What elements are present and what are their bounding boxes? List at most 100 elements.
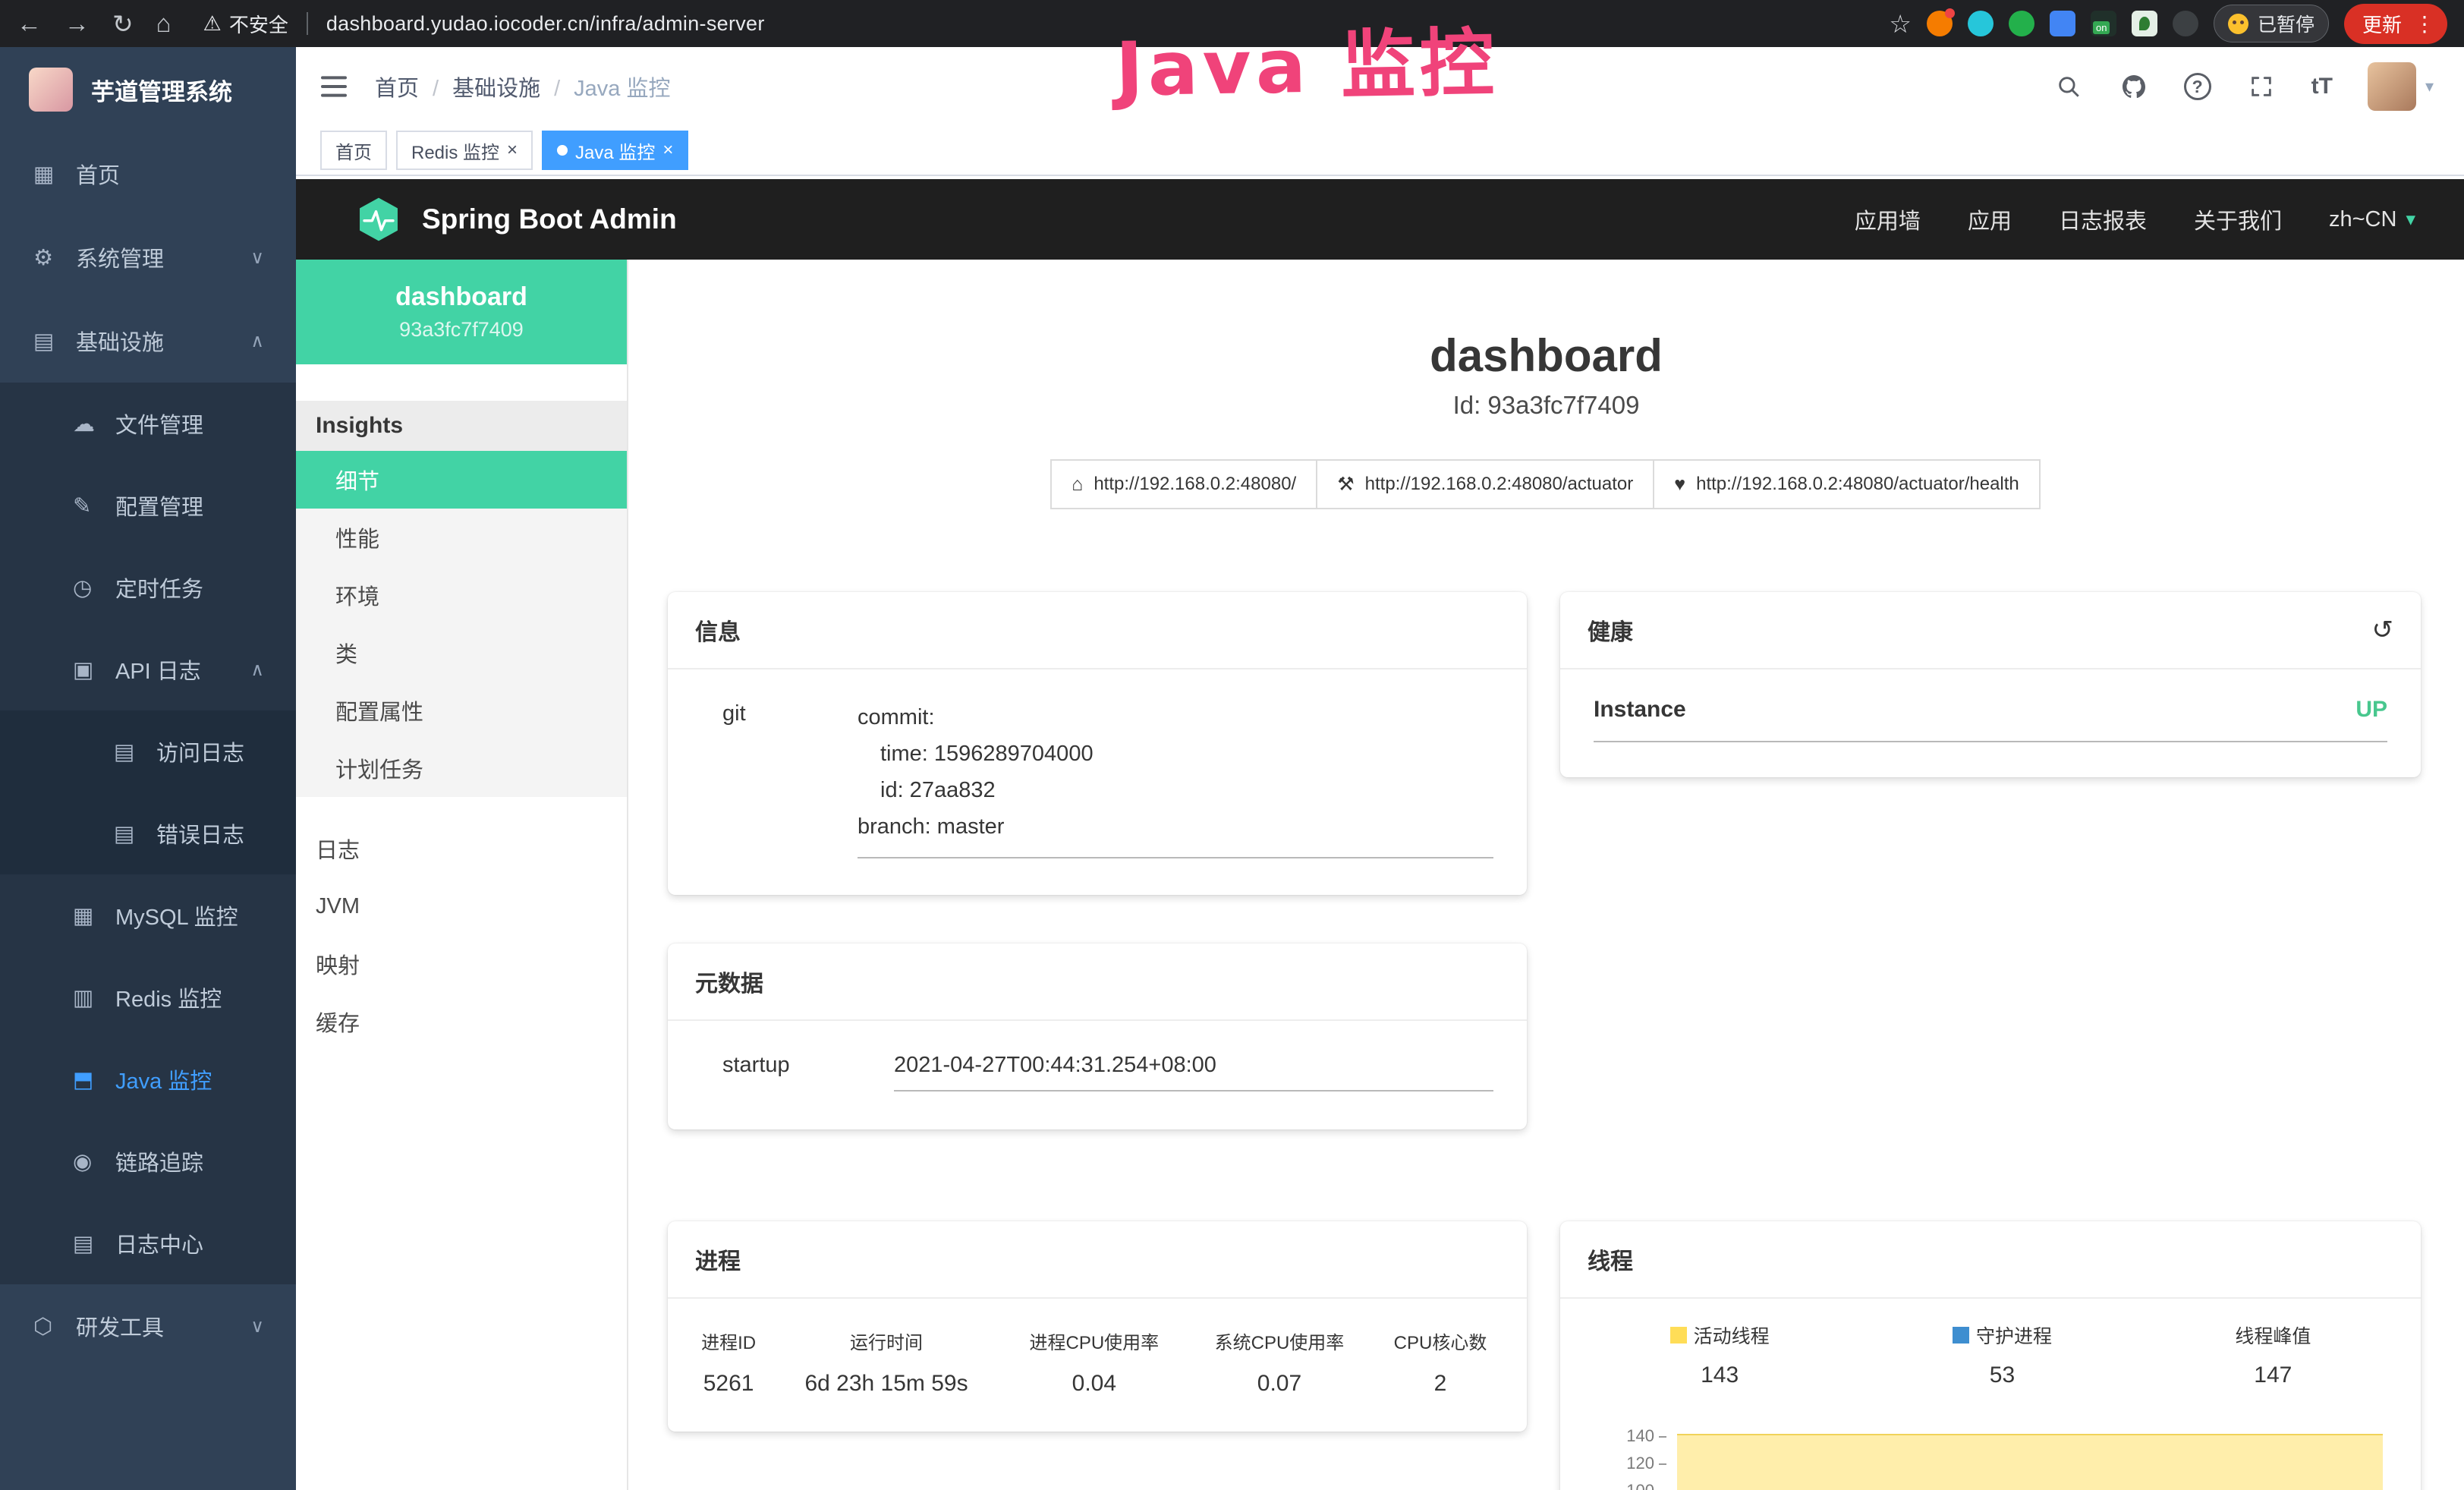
process-cell: 0.07	[1187, 1368, 1372, 1400]
browser-home-icon[interactable]: ⌂	[156, 9, 172, 38]
sidebar-item-tracing[interactable]: ◉ 链路追踪	[0, 1120, 296, 1202]
legend-value: 143	[1701, 1362, 1739, 1388]
extension-icon-5[interactable]	[2091, 11, 2116, 36]
sidebar-item-access-logs[interactable]: ▤ 访问日志	[0, 710, 296, 792]
bookmark-star-icon[interactable]: ☆	[1889, 9, 1912, 39]
extension-icon-2[interactable]	[1968, 11, 1994, 36]
tab-redis-monitor[interactable]: Redis 监控 ×	[396, 131, 533, 170]
history-icon[interactable]: ↺	[2372, 617, 2394, 643]
process-col-header: CPU核心数	[1372, 1321, 1509, 1368]
forward-icon[interactable]: →	[65, 9, 90, 38]
sidebar-item-error-logs[interactable]: ▤ 错误日志	[0, 792, 296, 874]
info-value: commit: time: 1596289704000 id: 27aa832 …	[858, 700, 1493, 858]
health-link[interactable]: ♥ http://192.168.0.2:48080/actuator/heal…	[1653, 459, 2041, 509]
close-icon[interactable]: ×	[507, 141, 518, 159]
sidebar-item-home[interactable]: ▦ 首页	[0, 132, 296, 216]
search-icon[interactable]	[2053, 71, 2084, 102]
security-label: 不安全	[229, 10, 288, 38]
y-axis-tick: 120	[1601, 1454, 1654, 1473]
caret-down-icon: ▾	[2406, 208, 2415, 231]
sba-menu-performance[interactable]: 性能	[296, 509, 627, 566]
font-size-icon[interactable]: tT	[2311, 74, 2333, 99]
hamburger-icon[interactable]	[319, 71, 349, 102]
tab-home[interactable]: 首页	[320, 131, 387, 170]
logo-image	[29, 68, 73, 112]
dashboard-icon: ▦	[33, 161, 68, 187]
sba-language-select[interactable]: zh~CN ▾	[2329, 207, 2415, 232]
instance-home-link[interactable]: ⌂ http://192.168.0.2:48080/	[1050, 459, 1317, 509]
update-button[interactable]: 更新 ⋮	[2344, 4, 2447, 44]
cloud-icon: ☁	[73, 411, 108, 437]
spring-boot-admin-logo	[355, 196, 402, 243]
breadcrumb-item[interactable]: 首页	[375, 71, 419, 102]
sba-menu-details[interactable]: 细节	[296, 451, 627, 509]
fullscreen-icon[interactable]	[2246, 71, 2277, 102]
sba-nav-about[interactable]: 关于我们	[2194, 203, 2282, 235]
sidebar-item-label: 链路追踪	[115, 1145, 203, 1177]
sba-menu-config-props[interactable]: 配置属性	[296, 682, 627, 739]
process-col-header: 系统CPU使用率	[1187, 1321, 1372, 1368]
tab-label: 首页	[335, 137, 372, 164]
sidebar-item-file-mgmt[interactable]: ☁ 文件管理	[0, 383, 296, 465]
breadcrumb: 首页 基础设施 Java 监控	[375, 71, 670, 102]
link-url: http://192.168.0.2:48080/	[1094, 474, 1296, 495]
sba-menu-environment[interactable]: 环境	[296, 566, 627, 624]
sidebar-item-log-center[interactable]: ▤ 日志中心	[0, 1202, 296, 1284]
sidebar-item-api-logs[interactable]: ▣ API 日志 ∧	[0, 628, 296, 710]
sidebar-item-scheduled-jobs[interactable]: ◷ 定时任务	[0, 547, 296, 628]
sba-menu-logs[interactable]: 日志	[296, 820, 627, 877]
extension-icon-1[interactable]	[1927, 11, 1953, 36]
tab-java-monitor[interactable]: Java 监控 ×	[542, 131, 688, 170]
sba-menu-caches[interactable]: 缓存	[296, 993, 627, 1051]
eye-icon: ◉	[73, 1148, 108, 1175]
card-title: 信息	[695, 613, 741, 647]
github-icon[interactable]	[2119, 71, 2149, 102]
sidebar-item-mysql-monitor[interactable]: ▦ MySQL 监控	[0, 874, 296, 956]
sba-menu-scheduled-tasks[interactable]: 计划任务	[296, 739, 627, 797]
reload-icon[interactable]: ↻	[112, 9, 134, 39]
sba-menu-classes[interactable]: 类	[296, 624, 627, 682]
extension-icon-4[interactable]	[2050, 11, 2075, 36]
sidebar-item-infrastructure[interactable]: ▤ 基础设施 ∧	[0, 299, 296, 383]
url-separator	[307, 12, 308, 35]
back-icon[interactable]: ←	[17, 9, 42, 38]
sba-nav-applications[interactable]: 应用	[1968, 203, 2012, 235]
sba-menu-mappings[interactable]: 映射	[296, 935, 627, 993]
extension-icon-6[interactable]	[2132, 11, 2157, 36]
sidebar-item-java-monitor[interactable]: ⬒ Java 监控	[0, 1038, 296, 1120]
menu-dots-icon[interactable]: ⋮	[2414, 11, 2435, 36]
sba-nav-wallboard[interactable]: 应用墙	[1855, 203, 1921, 235]
legend-label: 守护进程	[1976, 1321, 2052, 1349]
app-logo[interactable]: 芋道管理系统	[0, 47, 296, 132]
sidebar-item-system-mgmt[interactable]: ⚙ 系统管理 ∨	[0, 216, 296, 299]
process-card: 进程 进程ID 运行时间 进程CPU使用率 系统CPU使用率 CPU核心数 52…	[668, 1221, 1527, 1432]
sidebar-item-redis-monitor[interactable]: ▥ Redis 监控	[0, 956, 296, 1038]
sba-menu-jvm[interactable]: JVM	[296, 877, 627, 935]
legend-label: 活动线程	[1694, 1321, 1770, 1349]
extension-icon-7[interactable]	[2173, 11, 2198, 36]
sba-brand[interactable]: Spring Boot Admin	[422, 203, 677, 235]
sba-instance-block[interactable]: dashboard 93a3fc7f7409	[296, 260, 627, 364]
live-threads-area	[1677, 1434, 2383, 1490]
sidebar-item-config-mgmt[interactable]: ✎ 配置管理	[0, 465, 296, 547]
chevron-up-icon: ∧	[250, 659, 264, 681]
caret-down-icon: ▾	[2425, 77, 2434, 96]
process-cell: 6d 23h 15m 59s	[771, 1368, 1002, 1400]
sba-nav-journal[interactable]: 日志报表	[2059, 203, 2147, 235]
sidebar-item-dev-tools[interactable]: ⬡ 研发工具 ∨	[0, 1284, 296, 1368]
user-menu[interactable]: ▾	[2368, 62, 2434, 111]
process-cell: 2	[1372, 1368, 1509, 1400]
actuator-link[interactable]: ⚒ http://192.168.0.2:48080/actuator	[1316, 459, 1654, 509]
site-security-chip[interactable]: ⚠ 不安全	[203, 10, 288, 38]
legend-swatch-yellow	[1670, 1327, 1687, 1344]
extension-icon-3[interactable]	[2009, 11, 2034, 36]
breadcrumb-item[interactable]: 基础设施	[419, 71, 540, 102]
help-icon[interactable]: ?	[2184, 73, 2211, 100]
sba-topbar: Spring Boot Admin 应用墙 应用 日志报表 关于我们 zh~CN…	[296, 176, 2464, 260]
tabs-bar: 首页 Redis 监控 × Java 监控 ×	[296, 126, 2464, 176]
info-key: git	[722, 700, 858, 858]
close-icon[interactable]: ×	[662, 141, 673, 159]
paused-extension-badge[interactable]: 已暂停	[2214, 5, 2329, 43]
address-url[interactable]: dashboard.yudao.iocoder.cn/infra/admin-s…	[326, 12, 765, 36]
health-row[interactable]: Instance UP	[1594, 697, 2387, 742]
